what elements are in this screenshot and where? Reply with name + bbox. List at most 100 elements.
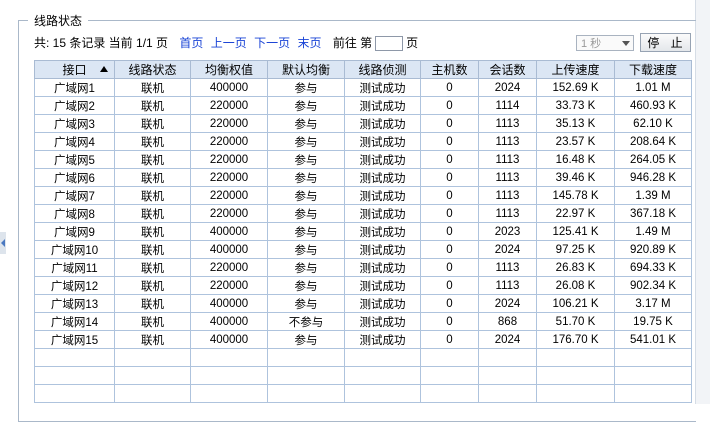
table-cell: 联机 [114, 222, 191, 241]
table-cell: 26.83 K [536, 258, 615, 277]
table-cell [34, 348, 115, 367]
header-session-count[interactable]: 会话数 [478, 60, 537, 79]
table-cell: 测试成功 [344, 150, 421, 169]
table-cell: 220000 [190, 204, 268, 223]
collapse-sidebar-handle-icon[interactable] [0, 232, 6, 254]
header-line-status[interactable]: 线路状态 [114, 60, 191, 79]
table-cell: 400000 [190, 78, 268, 97]
table-cell: 参与 [267, 204, 345, 223]
table-cell [614, 366, 692, 385]
table-cell [344, 348, 421, 367]
table-cell: 参与 [267, 186, 345, 205]
table-row[interactable]: 广域网12 联机 220000 参与 测试成功 0 1113 26.08 K 902.34 K [34, 276, 692, 295]
table-cell: 367.18 K [614, 204, 692, 223]
table-cell: 51.70 K [536, 312, 615, 331]
table-cell: 广域网5 [34, 150, 115, 169]
table-cell [614, 384, 692, 403]
column-header-label: 主机数 [431, 63, 468, 77]
table-cell: 测试成功 [344, 312, 421, 331]
table-cell: 联机 [114, 114, 191, 133]
table-cell: 460.93 K [614, 96, 692, 115]
table-cell [114, 366, 191, 385]
table-cell: 0 [420, 132, 479, 151]
table-cell: 参与 [267, 96, 345, 115]
goto-suffix-label: 页 [406, 36, 419, 50]
table-row[interactable]: 广域网2 联机 220000 参与 测试成功 0 1114 33.73 K 460.93 K [34, 96, 692, 115]
table-cell: 测试成功 [344, 204, 421, 223]
table-cell: 0 [420, 240, 479, 259]
header-default-balance[interactable]: 默认均衡 [267, 60, 345, 79]
table-cell: 0 [420, 222, 479, 241]
stop-button[interactable]: 停 止 [640, 33, 691, 52]
sort-ascending-icon [100, 66, 108, 72]
table-cell: 广域网13 [34, 294, 115, 313]
header-upload-speed[interactable]: 上传速度 [536, 60, 615, 79]
table-cell: 220000 [190, 168, 268, 187]
table-cell: 1113 [478, 114, 537, 133]
table-row[interactable]: 广域网7 联机 220000 参与 测试成功 0 1113 145.78 K 1.39 M [34, 186, 692, 205]
table-cell: 176.70 K [536, 330, 615, 349]
record-summary: 共: 15 条记录 当前 1/1 页 [34, 36, 169, 50]
table-row[interactable]: 广域网13 联机 400000 参与 测试成功 0 2024 106.21 K 3.17 M [34, 294, 692, 313]
table-row[interactable]: 广域网5 联机 220000 参与 测试成功 0 1113 16.48 K 264.05 K [34, 150, 692, 169]
table-cell: 广域网10 [34, 240, 115, 259]
table-cell [114, 348, 191, 367]
table-row[interactable]: 广域网14 联机 400000 不参与 测试成功 0 868 51.70 K 19.75 K [34, 312, 692, 331]
table-cell: 0 [420, 330, 479, 349]
table-cell [478, 366, 537, 385]
right-scrollbar-track[interactable] [695, 0, 710, 404]
refresh-interval-select[interactable]: 1 秒 [576, 35, 634, 51]
refresh-interval-value: 1 秒 [581, 38, 602, 50]
table-cell: 400000 [190, 240, 268, 259]
table-row[interactable]: 广域网8 联机 220000 参与 测试成功 0 1113 22.97 K 367.18 K [34, 204, 692, 223]
table-cell: 0 [420, 204, 479, 223]
table-cell: 264.05 K [614, 150, 692, 169]
table-cell: 220000 [190, 276, 268, 295]
table-cell: 400000 [190, 294, 268, 313]
table-cell: 1113 [478, 276, 537, 295]
column-header-label: 会话数 [489, 63, 526, 77]
line-status-table: 接口 线路状态 均衡权值 默认均衡 线路侦测 主机数 会话数 上传速度 下载速度 广域网1 联机 4… [34, 60, 692, 403]
table-cell: 0 [420, 96, 479, 115]
header-interface[interactable]: 接口 [34, 60, 115, 79]
table-row[interactable]: 广域网15 联机 400000 参与 测试成功 0 2024 176.70 K 541.01 K [34, 330, 692, 349]
table-cell: 联机 [114, 132, 191, 151]
table-row[interactable]: 广域网3 联机 220000 参与 测试成功 0 1113 35.13 K 62.10 K [34, 114, 692, 133]
last-page-link[interactable]: 末页 [297, 36, 321, 50]
header-line-detect[interactable]: 线路侦测 [344, 60, 421, 79]
empty-table-row [34, 366, 692, 385]
table-row[interactable]: 广域网9 联机 400000 参与 测试成功 0 2023 125.41 K 1.49 M [34, 222, 692, 241]
table-cell [478, 348, 537, 367]
prev-page-link[interactable]: 上一页 [211, 36, 247, 50]
table-cell: 97.25 K [536, 240, 615, 259]
table-cell: 广域网3 [34, 114, 115, 133]
table-row[interactable]: 广域网4 联机 220000 参与 测试成功 0 1113 23.57 K 208.64 K [34, 132, 692, 151]
table-header-row: 接口 线路状态 均衡权值 默认均衡 线路侦测 主机数 会话数 上传速度 下载速度 [34, 60, 692, 79]
table-cell: 联机 [114, 276, 191, 295]
table-row[interactable]: 广域网6 联机 220000 参与 测试成功 0 1113 39.46 K 946.28 K [34, 168, 692, 187]
table-cell: 1113 [478, 258, 537, 277]
header-balance-weight[interactable]: 均衡权值 [190, 60, 268, 79]
table-cell: 参与 [267, 222, 345, 241]
table-row[interactable]: 广域网10 联机 400000 参与 测试成功 0 2024 97.25 K 920.89 K [34, 240, 692, 259]
table-cell: 广域网11 [34, 258, 115, 277]
column-header-label: 默认均衡 [281, 63, 330, 77]
next-page-link[interactable]: 下一页 [254, 36, 290, 50]
header-download-speed[interactable]: 下载速度 [614, 60, 692, 79]
first-page-link[interactable]: 首页 [179, 36, 203, 50]
table-cell [344, 366, 421, 385]
table-cell: 广域网2 [34, 96, 115, 115]
table-cell: 1113 [478, 186, 537, 205]
table-cell: 参与 [267, 240, 345, 259]
header-host-count[interactable]: 主机数 [420, 60, 479, 79]
table-cell: 220000 [190, 186, 268, 205]
table-cell: 220000 [190, 132, 268, 151]
table-row[interactable]: 广域网11 联机 220000 参与 测试成功 0 1113 26.83 K 694.33 K [34, 258, 692, 277]
table-cell: 参与 [267, 330, 345, 349]
page-number-input[interactable] [375, 36, 404, 52]
column-header-label: 均衡权值 [204, 63, 253, 77]
table-cell: 测试成功 [344, 186, 421, 205]
table-row[interactable]: 广域网1 联机 400000 参与 测试成功 0 2024 152.69 K 1.01 M [34, 78, 692, 97]
table-cell: 联机 [114, 96, 191, 115]
table-cell: 1.01 M [614, 78, 692, 97]
